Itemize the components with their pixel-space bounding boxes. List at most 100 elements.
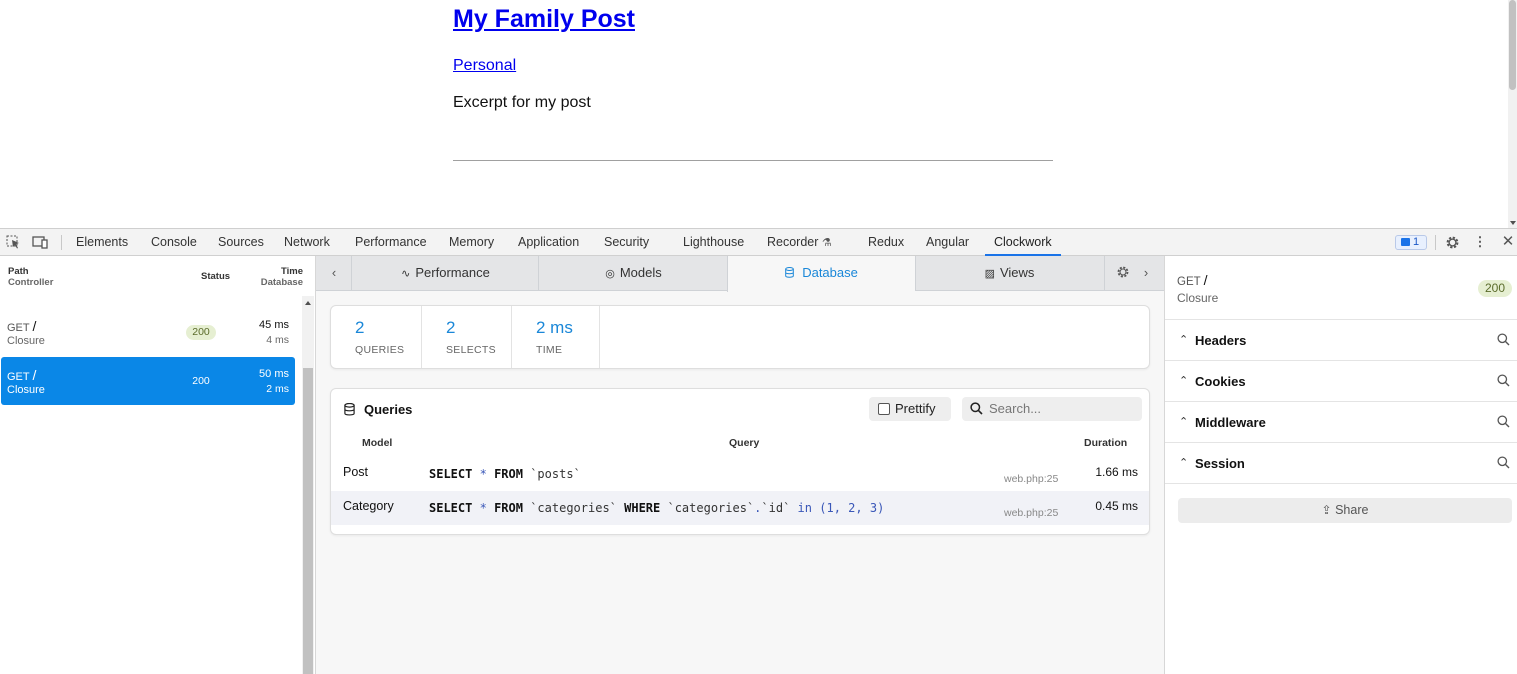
stat-value: 2	[355, 318, 365, 337]
col-controller: Controller	[8, 277, 54, 288]
request-path: /	[1203, 272, 1208, 288]
query-search-input[interactable]: Search...	[962, 397, 1142, 421]
tab-clockwork[interactable]: Clockwork	[985, 229, 1061, 256]
status-badge: 200	[186, 325, 216, 340]
col-path: Path	[8, 266, 29, 277]
request-details-panel: GET / Closure 200 ⌃ Headers ⌃ Cookies ⌃ …	[1164, 256, 1517, 674]
issues-count: 1	[1413, 236, 1420, 248]
chevron-up-icon: ⌃	[1179, 416, 1189, 428]
request-list-scrollbar-thumb[interactable]	[303, 368, 313, 674]
request-row-selected[interactable]: GET / Closure 200 50 ms 2 ms	[1, 357, 295, 405]
prettify-label: Prettify	[895, 401, 936, 416]
post-title-link[interactable]: My Family Post	[453, 5, 635, 34]
chevron-up-icon: ⌃	[1179, 334, 1189, 346]
tab-memory[interactable]: Memory	[449, 229, 494, 256]
request-time: 45 ms	[259, 319, 289, 331]
request-controller: Closure	[7, 384, 45, 396]
post-excerpt: Excerpt for my post	[453, 94, 591, 111]
tab-performance[interactable]: ∿ Performance	[351, 256, 539, 291]
request-summary: GET / Closure 200	[1165, 256, 1517, 320]
search-icon[interactable]	[1497, 374, 1510, 387]
request-controller: Closure	[1177, 291, 1219, 305]
prettify-checkbox[interactable]	[878, 403, 890, 415]
toolbar-separator	[61, 235, 62, 250]
section-label: Cookies	[1195, 374, 1246, 389]
tabs-prev-chevron-icon[interactable]: ‹	[316, 256, 352, 291]
tab-lighthouse[interactable]: Lighthouse	[683, 229, 744, 256]
section-label: Session	[1195, 456, 1245, 471]
chevron-up-icon: ⌃	[1179, 375, 1189, 387]
query-model: Post	[343, 465, 369, 479]
tab-sources[interactable]: Sources	[218, 229, 264, 256]
tab-elements[interactable]: Elements	[76, 229, 128, 256]
tab-views[interactable]: ▨ Views	[915, 256, 1103, 291]
page-scrollbar-thumb[interactable]	[1509, 0, 1516, 90]
scroll-up-arrow-icon[interactable]	[305, 301, 311, 305]
query-sql: SELECT * FROM `posts`	[429, 467, 581, 481]
tab-database[interactable]: Database	[727, 256, 915, 292]
tab-recorder-label: Recorder	[767, 235, 819, 249]
page-viewport: My Family Post Personal Excerpt for my p…	[0, 0, 1517, 228]
issues-badge[interactable]: 1	[1395, 235, 1427, 250]
more-options-icon[interactable]: ⋮	[1472, 235, 1488, 249]
tab-network[interactable]: Network	[284, 229, 330, 256]
tab-views-label: Views	[999, 265, 1035, 280]
database-icon	[785, 267, 797, 280]
tab-application[interactable]: Application	[518, 229, 579, 256]
section-headers[interactable]: ⌃ Headers	[1165, 320, 1517, 361]
tab-redux[interactable]: Redux	[868, 229, 904, 256]
col-status: Status	[201, 271, 231, 282]
tabs-next-chevron-icon[interactable]: ›	[1128, 256, 1164, 291]
query-source-file[interactable]: web.php:25	[1004, 473, 1058, 485]
query-source-file[interactable]: web.php:25	[1004, 507, 1058, 519]
tab-security[interactable]: Security	[604, 229, 649, 256]
section-middleware[interactable]: ⌃ Middleware	[1165, 402, 1517, 443]
col-duration: Duration	[1084, 437, 1128, 449]
settings-gear-icon[interactable]	[1444, 235, 1460, 249]
close-devtools-icon[interactable]: ✕	[1500, 234, 1516, 249]
prettify-toggle[interactable]: Prettify	[869, 397, 951, 421]
stat-label: SELECTS	[446, 344, 496, 356]
col-query: Query	[729, 437, 760, 449]
database-icon	[344, 403, 355, 416]
stat-value: 2 ms	[536, 318, 573, 337]
search-icon[interactable]	[1497, 456, 1510, 469]
divider	[453, 160, 1053, 161]
tab-performance[interactable]: Performance	[355, 229, 427, 256]
tab-database-label: Database	[802, 265, 858, 280]
col-time: Time	[280, 266, 303, 277]
image-icon: ▨	[984, 268, 995, 280]
inspect-element-icon[interactable]	[5, 235, 21, 249]
post-category-link[interactable]: Personal	[453, 57, 516, 75]
devtools-panel: Elements Console Sources Network Perform…	[0, 228, 1517, 674]
section-cookies[interactable]: ⌃ Cookies	[1165, 361, 1517, 402]
query-row[interactable]: Category SELECT * FROM `categories` WHER…	[331, 491, 1149, 525]
status-badge: 200	[192, 375, 210, 387]
query-duration: 0.45 ms	[1095, 499, 1138, 513]
request-method: GET	[7, 371, 30, 383]
search-icon[interactable]	[1497, 415, 1510, 428]
tab-models[interactable]: ◎ Models	[538, 256, 728, 291]
query-row[interactable]: Post SELECT * FROM `posts` web.php:25 1.…	[331, 457, 1149, 491]
devtools-tabbar: Elements Console Sources Network Perform…	[0, 229, 1517, 256]
device-toolbar-icon[interactable]	[32, 235, 48, 249]
section-label: Middleware	[1195, 415, 1266, 430]
request-row[interactable]: GET / Closure 200 45 ms 4 ms	[1, 308, 295, 356]
tab-recorder[interactable]: Recorder ⚗	[767, 229, 832, 256]
col-database: Database	[260, 277, 303, 288]
database-stats-card: 2 QUERIES 2 SELECTS 2 ms TIME	[330, 305, 1150, 369]
queries-card: Queries Prettify Search... Model Query D…	[330, 388, 1150, 535]
search-icon	[970, 402, 983, 415]
stat-label: QUERIES	[355, 344, 405, 356]
tab-angular[interactable]: Angular	[926, 229, 969, 256]
share-button[interactable]: ⇪ Share	[1178, 498, 1512, 523]
section-session[interactable]: ⌃ Session	[1165, 443, 1517, 484]
request-time: 50 ms	[259, 368, 289, 380]
scroll-down-arrow-icon[interactable]	[1510, 221, 1516, 225]
request-db-time: 2 ms	[266, 383, 289, 395]
request-path: /	[32, 318, 37, 334]
search-icon[interactable]	[1497, 333, 1510, 346]
chevron-up-icon: ⌃	[1179, 457, 1189, 469]
tab-console[interactable]: Console	[151, 229, 197, 256]
toolbar-separator	[1435, 235, 1436, 250]
